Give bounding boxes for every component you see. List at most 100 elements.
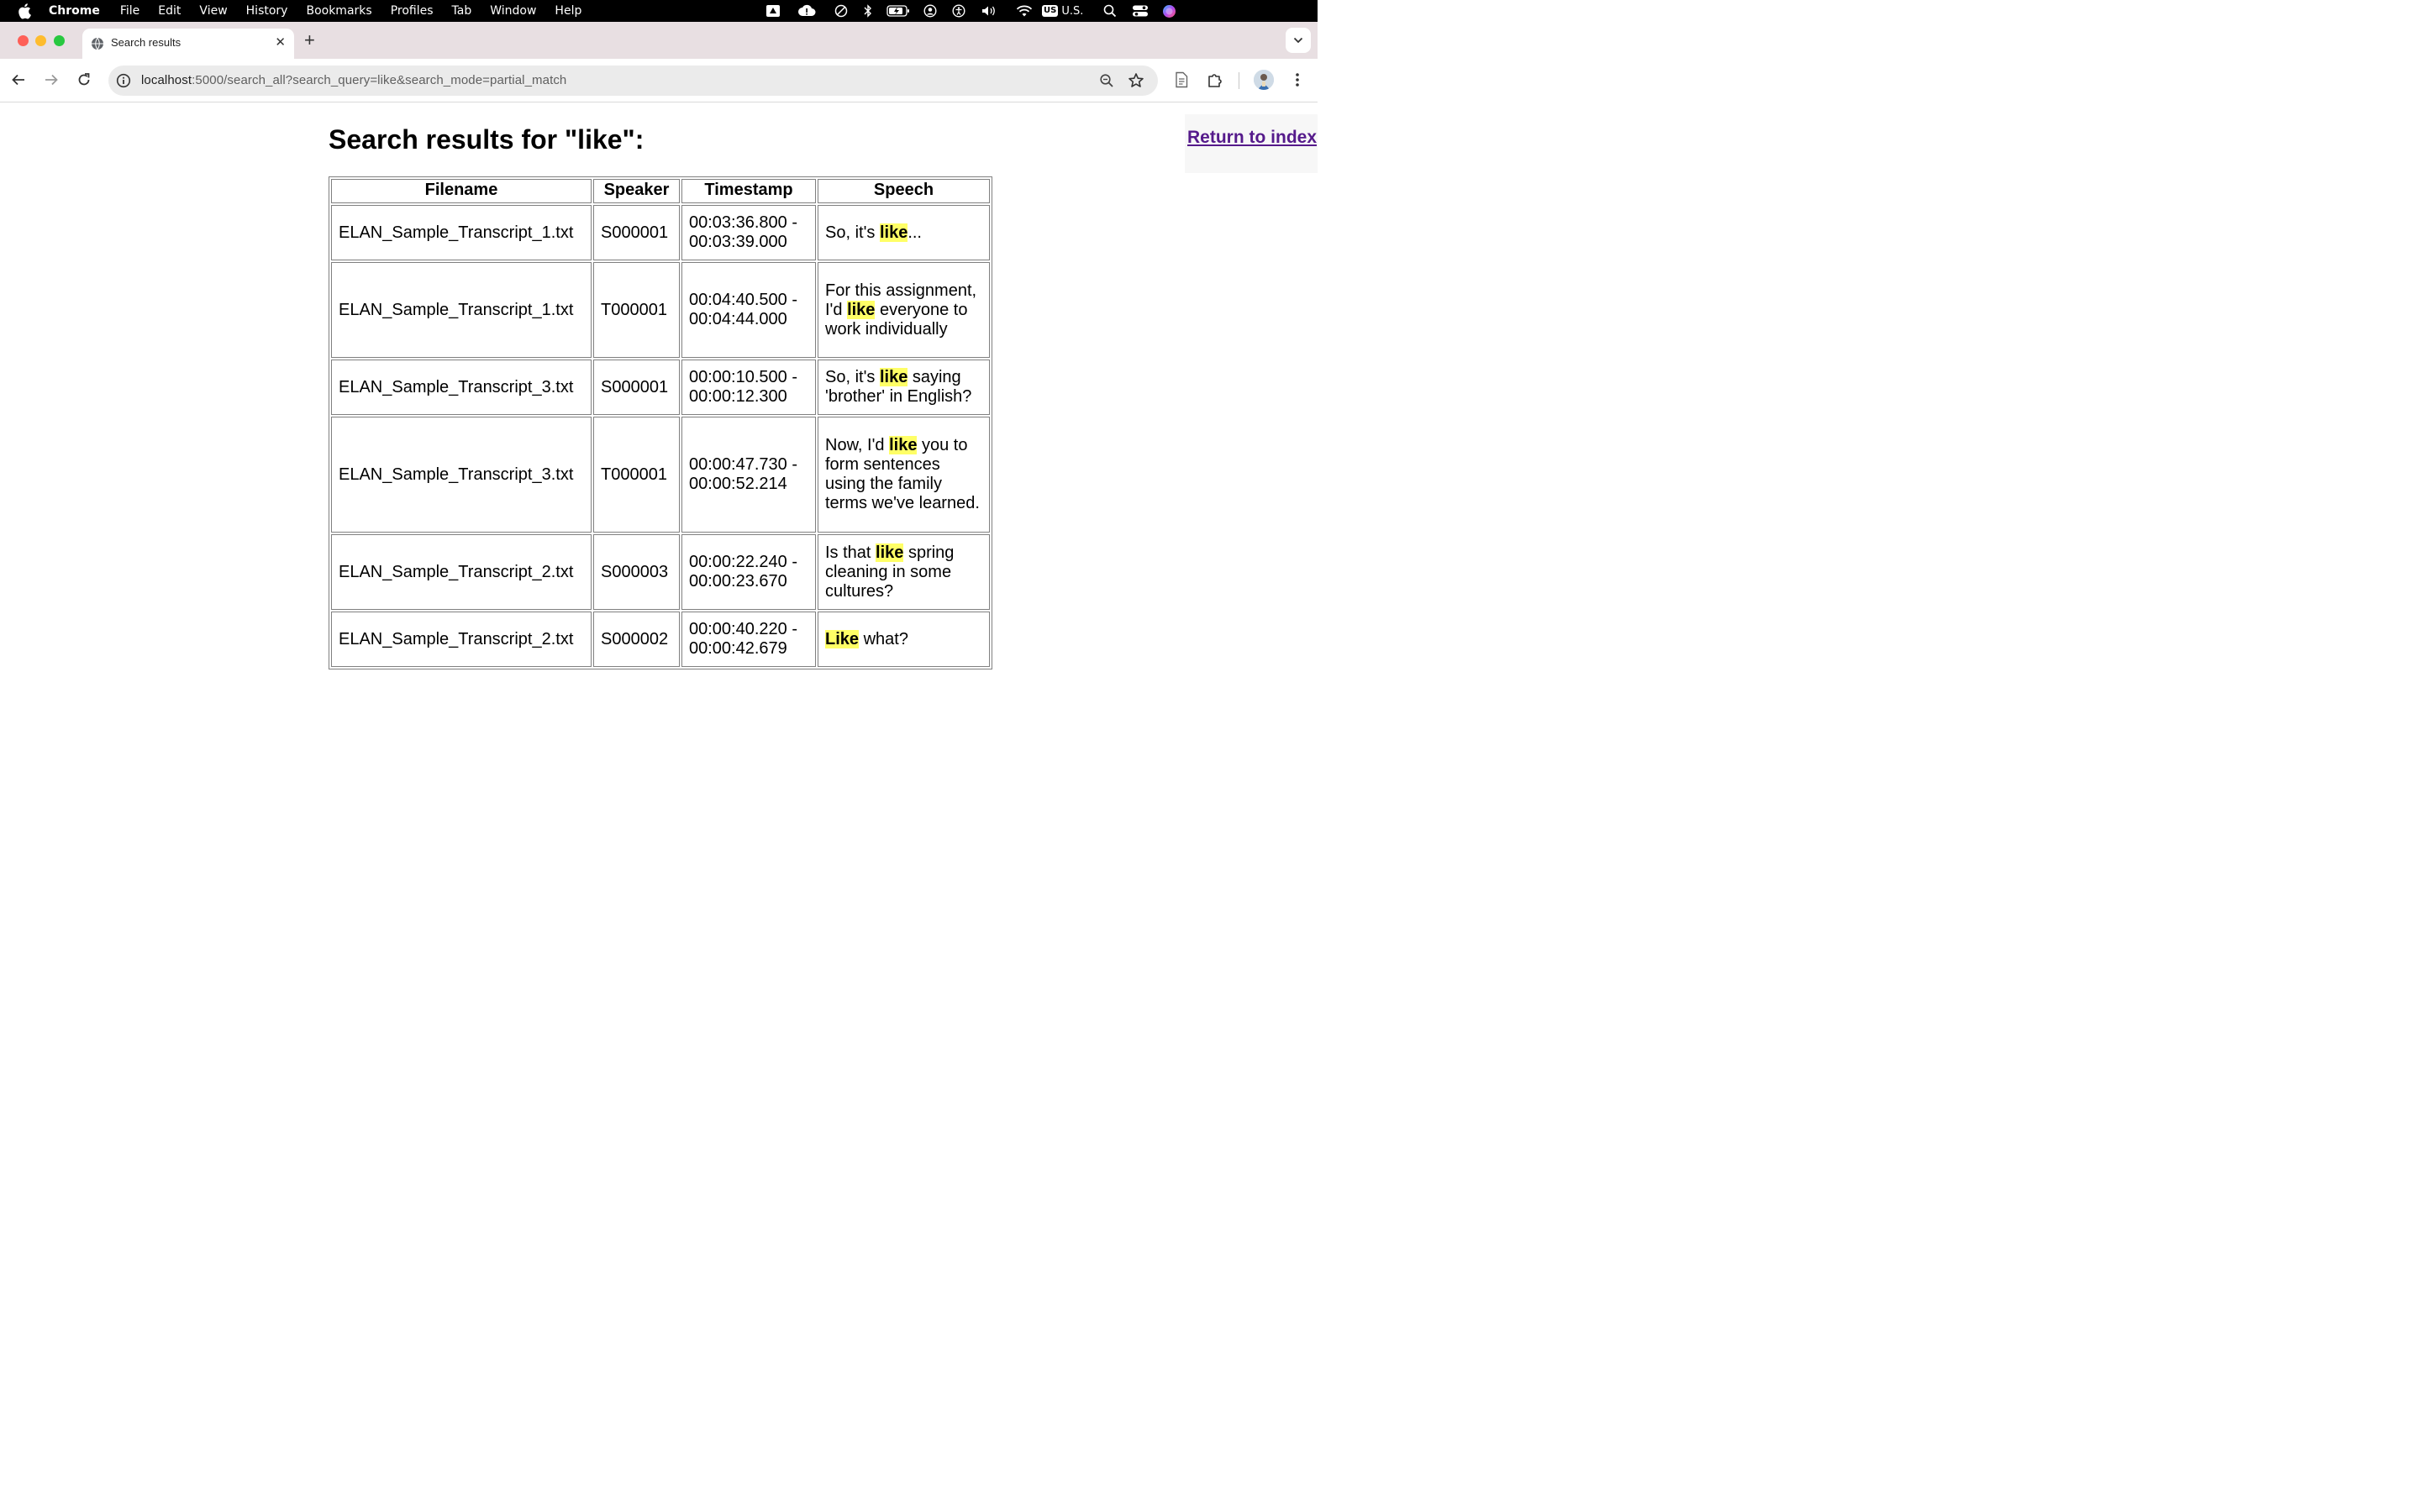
user-circle-icon[interactable]	[923, 3, 938, 18]
window-close-button[interactable]	[18, 35, 29, 46]
more-vert-icon	[1296, 73, 1299, 87]
timestamp-end: 00:00:23.670	[689, 572, 787, 591]
page-title: Search results for "like":	[329, 124, 644, 155]
menu-view[interactable]: View	[199, 4, 227, 18]
drive-icon[interactable]	[765, 3, 781, 18]
table-row: ELAN_Sample_Transcript_2.txt S000003 00:00…	[331, 534, 990, 610]
timestamp-start: 00:03:36.800 -	[689, 213, 797, 232]
cell-speaker: S000001	[593, 205, 680, 260]
menu-window[interactable]: Window	[490, 4, 536, 18]
filename-text: ELAN_Sample_Transcript_1.txt	[339, 300, 574, 319]
battery-icon[interactable]	[886, 3, 911, 18]
cell-speech: Is that like spring cleaning in some cul…	[818, 534, 990, 610]
cell-filename: ELAN_Sample_Transcript_3.txt	[331, 360, 592, 415]
macos-menubar: Chrome File Edit View History Bookmarks …	[0, 0, 1318, 22]
cell-speaker: T000001	[593, 262, 680, 358]
control-center-icon[interactable]	[1131, 3, 1150, 18]
table-row: ELAN_Sample_Transcript_1.txt T000001 00:04…	[331, 262, 990, 358]
tab-strip: Search results ✕ +	[0, 22, 1318, 59]
tab-title: Search results	[111, 36, 182, 49]
window-zoom-button[interactable]	[54, 35, 65, 46]
speech-match-highlight: like	[879, 223, 908, 242]
reading-mode-icon[interactable]	[1174, 71, 1189, 92]
menu-bookmarks[interactable]: Bookmarks	[306, 4, 371, 18]
return-link-container: Return to index	[1185, 114, 1318, 173]
window-minimize-button[interactable]	[35, 35, 46, 46]
speech-match-highlight: Like	[825, 629, 860, 648]
tab-search-results[interactable]: Search results ✕	[82, 29, 294, 59]
new-tab-button[interactable]: +	[304, 30, 315, 50]
speech-after: what?	[859, 629, 908, 648]
speech-match-highlight: like	[889, 436, 918, 454]
bookmark-star-icon[interactable]	[1128, 72, 1144, 89]
cell-speech: For this assignment, I'd like everyone t…	[818, 262, 990, 358]
extensions-puzzle-icon[interactable]	[1207, 71, 1223, 92]
menu-tab[interactable]: Tab	[452, 4, 472, 18]
return-to-index-link[interactable]: Return to index	[1187, 128, 1317, 148]
tab-search-button[interactable]	[1286, 28, 1311, 53]
cell-speech: So, it's like...	[818, 205, 990, 260]
speaker-text: S000001	[601, 223, 669, 242]
speech-match-highlight: like	[879, 368, 908, 386]
menu-file[interactable]: File	[120, 4, 139, 18]
column-header-speaker: Speaker	[593, 179, 680, 203]
filename-text: ELAN_Sample_Transcript_1.txt	[339, 223, 574, 242]
menu-app-name[interactable]: Chrome	[49, 4, 100, 18]
menu-history[interactable]: History	[246, 4, 288, 18]
cell-speaker: S000003	[593, 534, 680, 610]
bluetooth-icon[interactable]	[862, 3, 874, 18]
speech-before: So, it's	[825, 368, 880, 386]
menu-edit[interactable]: Edit	[158, 4, 181, 18]
speech-before: Is that	[825, 543, 876, 562]
menu-profiles[interactable]: Profiles	[391, 4, 434, 18]
address-bar[interactable]: localhost:5000/search_all?search_query=l…	[108, 66, 1158, 96]
timestamp-start: 00:00:47.730 -	[689, 455, 797, 474]
timestamp-start: 00:00:10.500 -	[689, 368, 797, 386]
zoom-icon[interactable]	[1099, 73, 1114, 88]
volume-icon[interactable]	[980, 3, 998, 18]
filename-text: ELAN_Sample_Transcript_3.txt	[339, 377, 574, 396]
filename-text: ELAN_Sample_Transcript_3.txt	[339, 465, 574, 484]
forward-button[interactable]	[42, 71, 60, 89]
apple-logo-icon[interactable]	[18, 3, 31, 19]
speech-after: ...	[908, 223, 922, 242]
table-row: ELAN_Sample_Transcript_1.txt S000001 00:03…	[331, 205, 990, 260]
cell-filename: ELAN_Sample_Transcript_1.txt	[331, 205, 592, 260]
menu-help[interactable]: Help	[555, 4, 581, 18]
back-button[interactable]	[9, 71, 28, 89]
reload-icon	[78, 73, 90, 86]
arrow-right-icon	[45, 74, 58, 86]
input-source-indicator[interactable]: US U.S.	[1042, 3, 1091, 18]
cell-filename: ELAN_Sample_Transcript_3.txt	[331, 417, 592, 533]
cloud-alert-icon[interactable]	[797, 3, 817, 18]
cell-speaker: S000001	[593, 360, 680, 415]
arrow-left-icon	[12, 74, 24, 86]
timestamp-end: 00:00:52.214	[689, 475, 787, 493]
speech-match-highlight: like	[847, 300, 876, 319]
cell-speech: Like what?	[818, 612, 990, 667]
timestamp-end: 00:00:42.679	[689, 639, 787, 658]
timestamp-start: 00:00:40.220 -	[689, 620, 797, 638]
chrome-menu-button[interactable]	[1291, 71, 1304, 92]
results-table-body: ELAN_Sample_Transcript_1.txt S000001 00:03…	[331, 205, 990, 667]
table-row: ELAN_Sample_Transcript_3.txt T000001 00:00…	[331, 417, 990, 533]
siri-icon[interactable]	[1160, 3, 1178, 18]
cell-timestamp: 00:00:40.220 -00:00:42.679	[681, 612, 816, 667]
accessibility-icon[interactable]	[951, 3, 966, 18]
speaker-text: T000001	[601, 300, 667, 319]
filename-text: ELAN_Sample_Transcript_2.txt	[339, 629, 574, 648]
site-info-icon[interactable]	[116, 73, 131, 88]
wifi-icon[interactable]	[1015, 3, 1034, 18]
cell-timestamp: 00:04:40.500 -00:04:44.000	[681, 262, 816, 358]
timestamp-end: 00:00:12.300	[689, 387, 787, 406]
reload-button[interactable]	[75, 71, 93, 89]
url-text[interactable]: localhost:5000/search_all?search_query=l…	[141, 73, 566, 87]
profile-avatar[interactable]	[1254, 70, 1274, 90]
cell-speech: So, it's like saying 'brother' in Englis…	[818, 360, 990, 415]
spotlight-search-icon[interactable]	[1102, 3, 1118, 18]
speaker-text: S000002	[601, 629, 669, 648]
chevron-down-icon	[1293, 37, 1303, 44]
cell-timestamp: 00:00:22.240 -00:00:23.670	[681, 534, 816, 610]
do-not-disturb-icon[interactable]	[834, 3, 849, 18]
tab-close-icon[interactable]: ✕	[275, 36, 286, 50]
